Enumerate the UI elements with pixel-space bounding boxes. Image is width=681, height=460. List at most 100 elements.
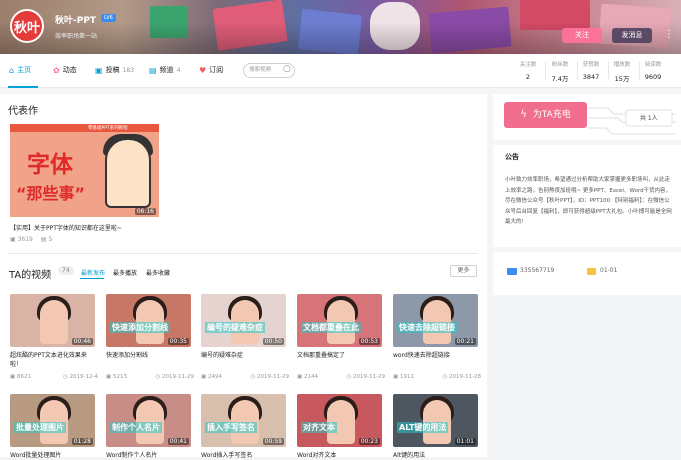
masterpiece-video-title[interactable]: 【实用】关于PPT字体的知识都在这里啦~ — [10, 223, 122, 232]
channel-icon: ▤ — [149, 65, 157, 75]
play-count-value: 2494 — [207, 374, 222, 380]
stat-value: 15万 — [614, 75, 630, 83]
upload-date: ◷ 2019-12-4 — [63, 374, 98, 380]
play-icon: ▣ — [297, 374, 304, 380]
more-vertical-icon[interactable]: ⋮ — [664, 28, 674, 43]
play-count: ▣ 1911 — [393, 374, 414, 380]
video-title[interactable]: word快速去除超链接 — [393, 351, 481, 360]
tab-label: 动态 — [62, 66, 77, 74]
video-thumbnail[interactable]: 文档都重叠在此 00:53 — [297, 294, 382, 347]
stat-fans[interactable]: 粉丝数 7.4万 — [544, 60, 576, 83]
tab-count: 183 — [122, 66, 135, 74]
charge-button[interactable]: ϟ 为TA充电 — [504, 102, 587, 128]
sort-latest[interactable]: 最新发布 — [81, 268, 105, 277]
tab-dynamic[interactable]: ✿ 动态 — [53, 65, 77, 75]
masterpiece-meta: ▣ 3619 ▤ 5 — [10, 236, 52, 243]
profile-banner — [0, 0, 681, 54]
upload-date-value: 2019-11-28 — [449, 374, 481, 380]
thumbnail-caption: 制作个人名片 — [110, 422, 162, 433]
thumbnail-caption: 快速添加分割线 — [110, 322, 170, 333]
thumbnail-caption: 编号的疑难杂症 — [205, 322, 265, 333]
stat-reads: 阅读数 9609 — [637, 60, 669, 81]
video-duration: 00:50 — [262, 338, 284, 345]
video-thumbnail[interactable]: ALT键的用法 01:01 — [393, 394, 478, 447]
stat-label: 粉丝数 — [551, 62, 569, 68]
video-duration: 00:53 — [358, 338, 380, 345]
play-icon: ▣ — [106, 374, 113, 380]
tab-upload[interactable]: ▣ 投稿 183 — [95, 65, 134, 75]
tab-label: 订阅 — [209, 66, 224, 74]
video-thumbnail[interactable]: 制作个人名片 00:41 — [106, 394, 191, 447]
message-button[interactable]: 发消息 — [612, 28, 652, 43]
comment-count: ▤ 5 — [41, 236, 52, 243]
video-title[interactable]: 文档那重叠搞定了 — [297, 351, 385, 360]
video-title[interactable]: 超炫酷的PPT文本进化效果来啦！ — [10, 351, 98, 369]
play-count-value: 3619 — [17, 236, 33, 243]
video-thumbnail[interactable]: 快速添加分割线 00:35 — [106, 294, 191, 347]
tab-count: 4 — [176, 66, 181, 74]
avatar[interactable]: 秋叶 — [10, 9, 44, 43]
play-count: ▣ 5213 — [106, 374, 127, 380]
play-icon: ▣ — [10, 236, 18, 243]
video-title[interactable]: Alt键的用法 — [393, 451, 481, 460]
video-meta: ▣ 2494 ◷ 2019-11-29 — [201, 374, 289, 380]
upload-date-value: 2019-11-29 — [353, 374, 385, 380]
masterpiece-thumbnail[interactable]: 零基础PPT系列教程 字体 “那些事” 06:16 — [10, 124, 159, 217]
upload-date-value: 2019-11-29 — [257, 374, 289, 380]
tab-channel[interactable]: ▤ 频道 4 — [149, 65, 180, 75]
thumbnail-strip — [10, 124, 159, 132]
play-count-value: 8621 — [16, 374, 31, 380]
banner-shade — [0, 0, 681, 54]
stat-label: 关注数 — [519, 62, 537, 68]
active-tab-indicator — [8, 86, 38, 88]
home-icon: ⌂ — [9, 65, 15, 75]
video-duration: 00:59 — [262, 438, 284, 445]
stat-likes: 获赞数 3847 — [575, 60, 607, 81]
upload-date: ◷ 2019-11-29 — [155, 374, 194, 380]
section-divider — [8, 253, 478, 254]
stat-value: 3847 — [582, 73, 600, 81]
video-thumbnail[interactable]: 快速去除超链接 00:21 — [393, 294, 478, 347]
stat-label: 获赞数 — [582, 62, 600, 68]
uid-value: 335567719 — [520, 267, 555, 274]
upload-date-value: 2019-12-4 — [69, 374, 98, 380]
videos-section-title: TA的视频 — [9, 270, 52, 281]
play-count: ▣ 2494 — [201, 374, 222, 380]
stat-label: 播放数 — [613, 62, 631, 68]
more-videos-button[interactable]: 更多 — [450, 265, 477, 277]
masterpiece-title: 代表作 — [8, 106, 38, 117]
video-meta: ▣ 1911 ◷ 2019-11-28 — [393, 374, 481, 380]
tab-home[interactable]: ⌂ 主页 — [9, 65, 31, 75]
video-thumbnail[interactable]: 编号的疑难杂症 00:50 — [201, 294, 286, 347]
stat-label: 阅读数 — [644, 62, 662, 68]
video-title[interactable]: Word批量处理图片 — [10, 451, 98, 460]
video-thumbnail[interactable]: 批量处理图片 01:28 — [10, 394, 95, 447]
birthday-value: 01-01 — [600, 267, 618, 274]
video-meta: ▣ 2144 ◷ 2019-11-29 — [297, 374, 385, 380]
video-thumbnail[interactable]: 00:46 — [10, 294, 95, 347]
sort-most-played[interactable]: 最多播放 — [113, 268, 137, 277]
stat-value: 2 — [525, 73, 531, 81]
play-count-value: 5213 — [112, 374, 127, 380]
person-figure — [40, 300, 68, 344]
video-thumbnail[interactable]: 插入手写签名 00:59 — [201, 394, 286, 447]
tab-subscribe[interactable]: ♥ 订阅 — [199, 65, 223, 75]
follow-button[interactable]: 关注 — [562, 28, 602, 43]
dynamic-icon: ✿ — [53, 65, 60, 75]
play-count-value: 1911 — [399, 374, 414, 380]
video-title[interactable]: Word对齐文本 — [297, 451, 385, 460]
video-title[interactable]: 快速添加分割线 — [106, 351, 194, 360]
video-meta: ▣ 8621 ◷ 2019-12-4 — [10, 374, 98, 380]
video-title[interactable]: Word制作个人名片 — [106, 451, 194, 460]
video-title[interactable]: 编号的疑难杂症 — [201, 351, 289, 360]
video-duration: 00:46 — [71, 338, 93, 345]
video-thumbnail[interactable]: 对齐文本 00:23 — [297, 394, 382, 447]
stat-following[interactable]: 关注数 2 — [512, 60, 544, 81]
upload-icon: ▣ — [95, 65, 103, 75]
thumbnail-caption: 文档都重叠在此 — [301, 322, 361, 333]
search-icon[interactable]: ○ — [283, 64, 293, 76]
video-duration: 01:01 — [454, 438, 476, 445]
video-title[interactable]: Word插入手写签名 — [201, 451, 289, 460]
sort-most-favorited[interactable]: 最多收藏 — [146, 268, 170, 277]
uid-icon — [507, 268, 517, 275]
